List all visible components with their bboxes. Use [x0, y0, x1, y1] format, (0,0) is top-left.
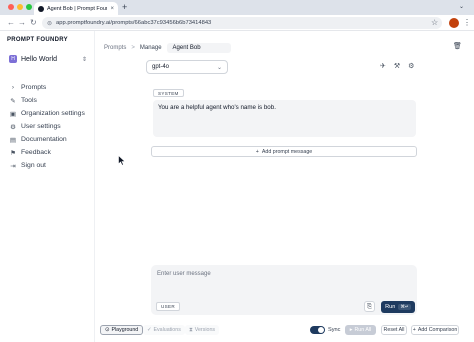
- breadcrumb-prompts-link[interactable]: Prompts: [104, 45, 126, 51]
- flag-icon: ⚑: [10, 149, 16, 157]
- tab-title: Agent Bob | Prompt Foundry: [47, 5, 107, 12]
- favicon-icon: [38, 5, 44, 12]
- sidebar-item-organization-settings[interactable]: ▣ Organization settings: [9, 107, 85, 120]
- url-text: app.promptfoundry.ai/prompts/66abc37c934…: [56, 20, 212, 26]
- versions-icon: ⧗: [189, 326, 193, 333]
- add-comparison-button[interactable]: + Add Comparison: [411, 325, 459, 335]
- run-shortcut: ⌘↵: [398, 304, 411, 310]
- breadcrumb-manage: Manage: [139, 45, 162, 51]
- sidebar-item-label: Sign out: [21, 162, 46, 169]
- forward-icon[interactable]: →: [18, 18, 26, 28]
- sidebar-item-feedback[interactable]: ⚑ Feedback: [9, 146, 85, 159]
- breadcrumb: Prompts > Manage Agent Bob: [104, 43, 231, 53]
- add-prompt-message-label: Add prompt message: [261, 148, 313, 155]
- browser-tab-bar: Agent Bob | Prompt Foundry × + ⌄: [0, 0, 474, 15]
- sync-toggle[interactable]: [310, 326, 325, 334]
- browser-toolbar: ← → ↻ ⊜ app.promptfoundry.ai/prompts/66a…: [0, 15, 474, 31]
- sidebar-item-label: Organization settings: [21, 110, 85, 117]
- prompt-name-field[interactable]: Agent Bob: [166, 43, 231, 53]
- chevron-down-icon: ⌄: [216, 64, 222, 71]
- tab-playground[interactable]: ⊙ Playground: [100, 325, 144, 335]
- tab-close-icon[interactable]: ×: [110, 6, 114, 12]
- sidebar-item-label: Feedback: [21, 149, 51, 156]
- sidebar-item-label: Documentation: [21, 136, 67, 143]
- user-role-chip[interactable]: USER: [156, 302, 180, 311]
- user-message-composer: Enter user message USER ⎘ Run ⌘↵: [151, 265, 417, 315]
- sidebar-item-label: User settings: [21, 123, 61, 130]
- browser-tab[interactable]: Agent Bob | Prompt Foundry ×: [34, 2, 118, 15]
- kebab-menu-icon[interactable]: ⋮: [463, 18, 471, 28]
- add-prompt-message-button[interactable]: + Add prompt message: [151, 146, 417, 157]
- sidebar-item-documentation[interactable]: ▤ Documentation: [9, 133, 85, 146]
- tab-versions[interactable]: ⧗ Versions: [185, 325, 220, 335]
- close-window-button[interactable]: [8, 4, 14, 10]
- new-tab-button[interactable]: +: [122, 2, 127, 13]
- gear-icon: ⚙: [10, 123, 16, 131]
- toggle-knob: [318, 327, 324, 333]
- run-label: Run: [385, 304, 396, 310]
- workspace-avatar: H: [9, 55, 17, 63]
- reset-all-label: Reset All: [383, 327, 405, 333]
- attach-icon[interactable]: ⎘: [364, 301, 375, 312]
- mouse-cursor-icon: [118, 155, 126, 166]
- sidebar-item-label: Prompts: [21, 84, 47, 91]
- chevron-right-icon: ›: [11, 84, 15, 91]
- add-comparison-label: Add Comparison: [417, 327, 458, 333]
- address-bar[interactable]: ⊜ app.promptfoundry.ai/prompts/66abc37c9…: [42, 17, 442, 29]
- wrench-icon: ✎: [10, 97, 16, 105]
- playground-icon: ⊙: [105, 327, 110, 333]
- document-icon: ▤: [9, 136, 17, 144]
- sign-out-icon: ⇥: [10, 162, 16, 170]
- wrench-icon[interactable]: ⚒: [394, 62, 400, 71]
- sidebar-item-prompts[interactable]: › Prompts: [9, 81, 85, 94]
- sidebar-nav: › Prompts ✎ Tools ▣ Organization setting…: [9, 81, 85, 172]
- bottom-toolbar: ⊙ Playground ✓ Evaluations ⧗ Versions Sy…: [97, 322, 474, 338]
- brand-logo: PROMPT FOUNDRY: [7, 37, 68, 43]
- sync-label: Sync: [328, 327, 341, 333]
- workspace-switcher[interactable]: H Hello World ⇕: [9, 53, 87, 65]
- minimize-window-button[interactable]: [17, 4, 23, 10]
- sidebar-item-user-settings[interactable]: ⚙ User settings: [9, 120, 85, 133]
- tab-list-chevron-icon[interactable]: ⌄: [459, 3, 464, 10]
- sidebar-item-sign-out[interactable]: ⇥ Sign out: [9, 159, 85, 172]
- model-select[interactable]: gpt-4o ⌄: [146, 60, 228, 74]
- plus-icon: +: [255, 148, 259, 155]
- user-message-input[interactable]: Enter user message: [157, 271, 211, 277]
- profile-avatar[interactable]: [449, 18, 459, 28]
- maximize-window-button[interactable]: [26, 4, 32, 10]
- gear-icon[interactable]: ⚙: [408, 62, 414, 71]
- system-role-chip[interactable]: SYSTEM: [153, 89, 184, 97]
- sidebar-item-tools[interactable]: ✎ Tools: [9, 94, 85, 107]
- tab-label: Playground: [111, 327, 139, 333]
- trash-icon[interactable]: 🗑: [453, 42, 462, 50]
- run-button[interactable]: Run ⌘↵: [381, 301, 415, 313]
- star-icon[interactable]: ☆: [431, 18, 438, 28]
- evaluations-icon: ✓: [147, 327, 152, 333]
- run-all-button[interactable]: ▸ Run All: [345, 325, 376, 335]
- tab-label: Versions: [194, 327, 216, 333]
- model-select-value: gpt-4o: [152, 64, 170, 70]
- editor-toolbar: ✈ ⚒ ⚙: [380, 62, 414, 71]
- workspace-name: Hello World: [21, 55, 58, 63]
- chevron-updown-icon: ⇕: [81, 56, 87, 63]
- reload-icon[interactable]: ↻: [30, 18, 37, 28]
- back-icon[interactable]: ←: [7, 18, 15, 28]
- breadcrumb-separator: >: [131, 45, 135, 51]
- building-icon: ▣: [9, 110, 17, 118]
- tab-evaluations[interactable]: ✓ Evaluations: [143, 325, 185, 335]
- sidebar-item-label: Tools: [21, 97, 37, 104]
- reset-all-button[interactable]: Reset All: [381, 325, 407, 335]
- tab-label: Evaluations: [153, 327, 181, 333]
- run-all-label: Run All: [354, 327, 372, 333]
- system-message-input[interactable]: You are a helpful agent who's name is bo…: [153, 100, 416, 137]
- plus-icon: +: [412, 327, 416, 333]
- site-info-icon[interactable]: ⊜: [47, 20, 52, 27]
- rocket-icon[interactable]: ✈: [380, 62, 386, 71]
- sidebar: PROMPT FOUNDRY H Hello World ⇕ › Prompts…: [0, 31, 95, 342]
- play-icon: ▸: [349, 327, 353, 333]
